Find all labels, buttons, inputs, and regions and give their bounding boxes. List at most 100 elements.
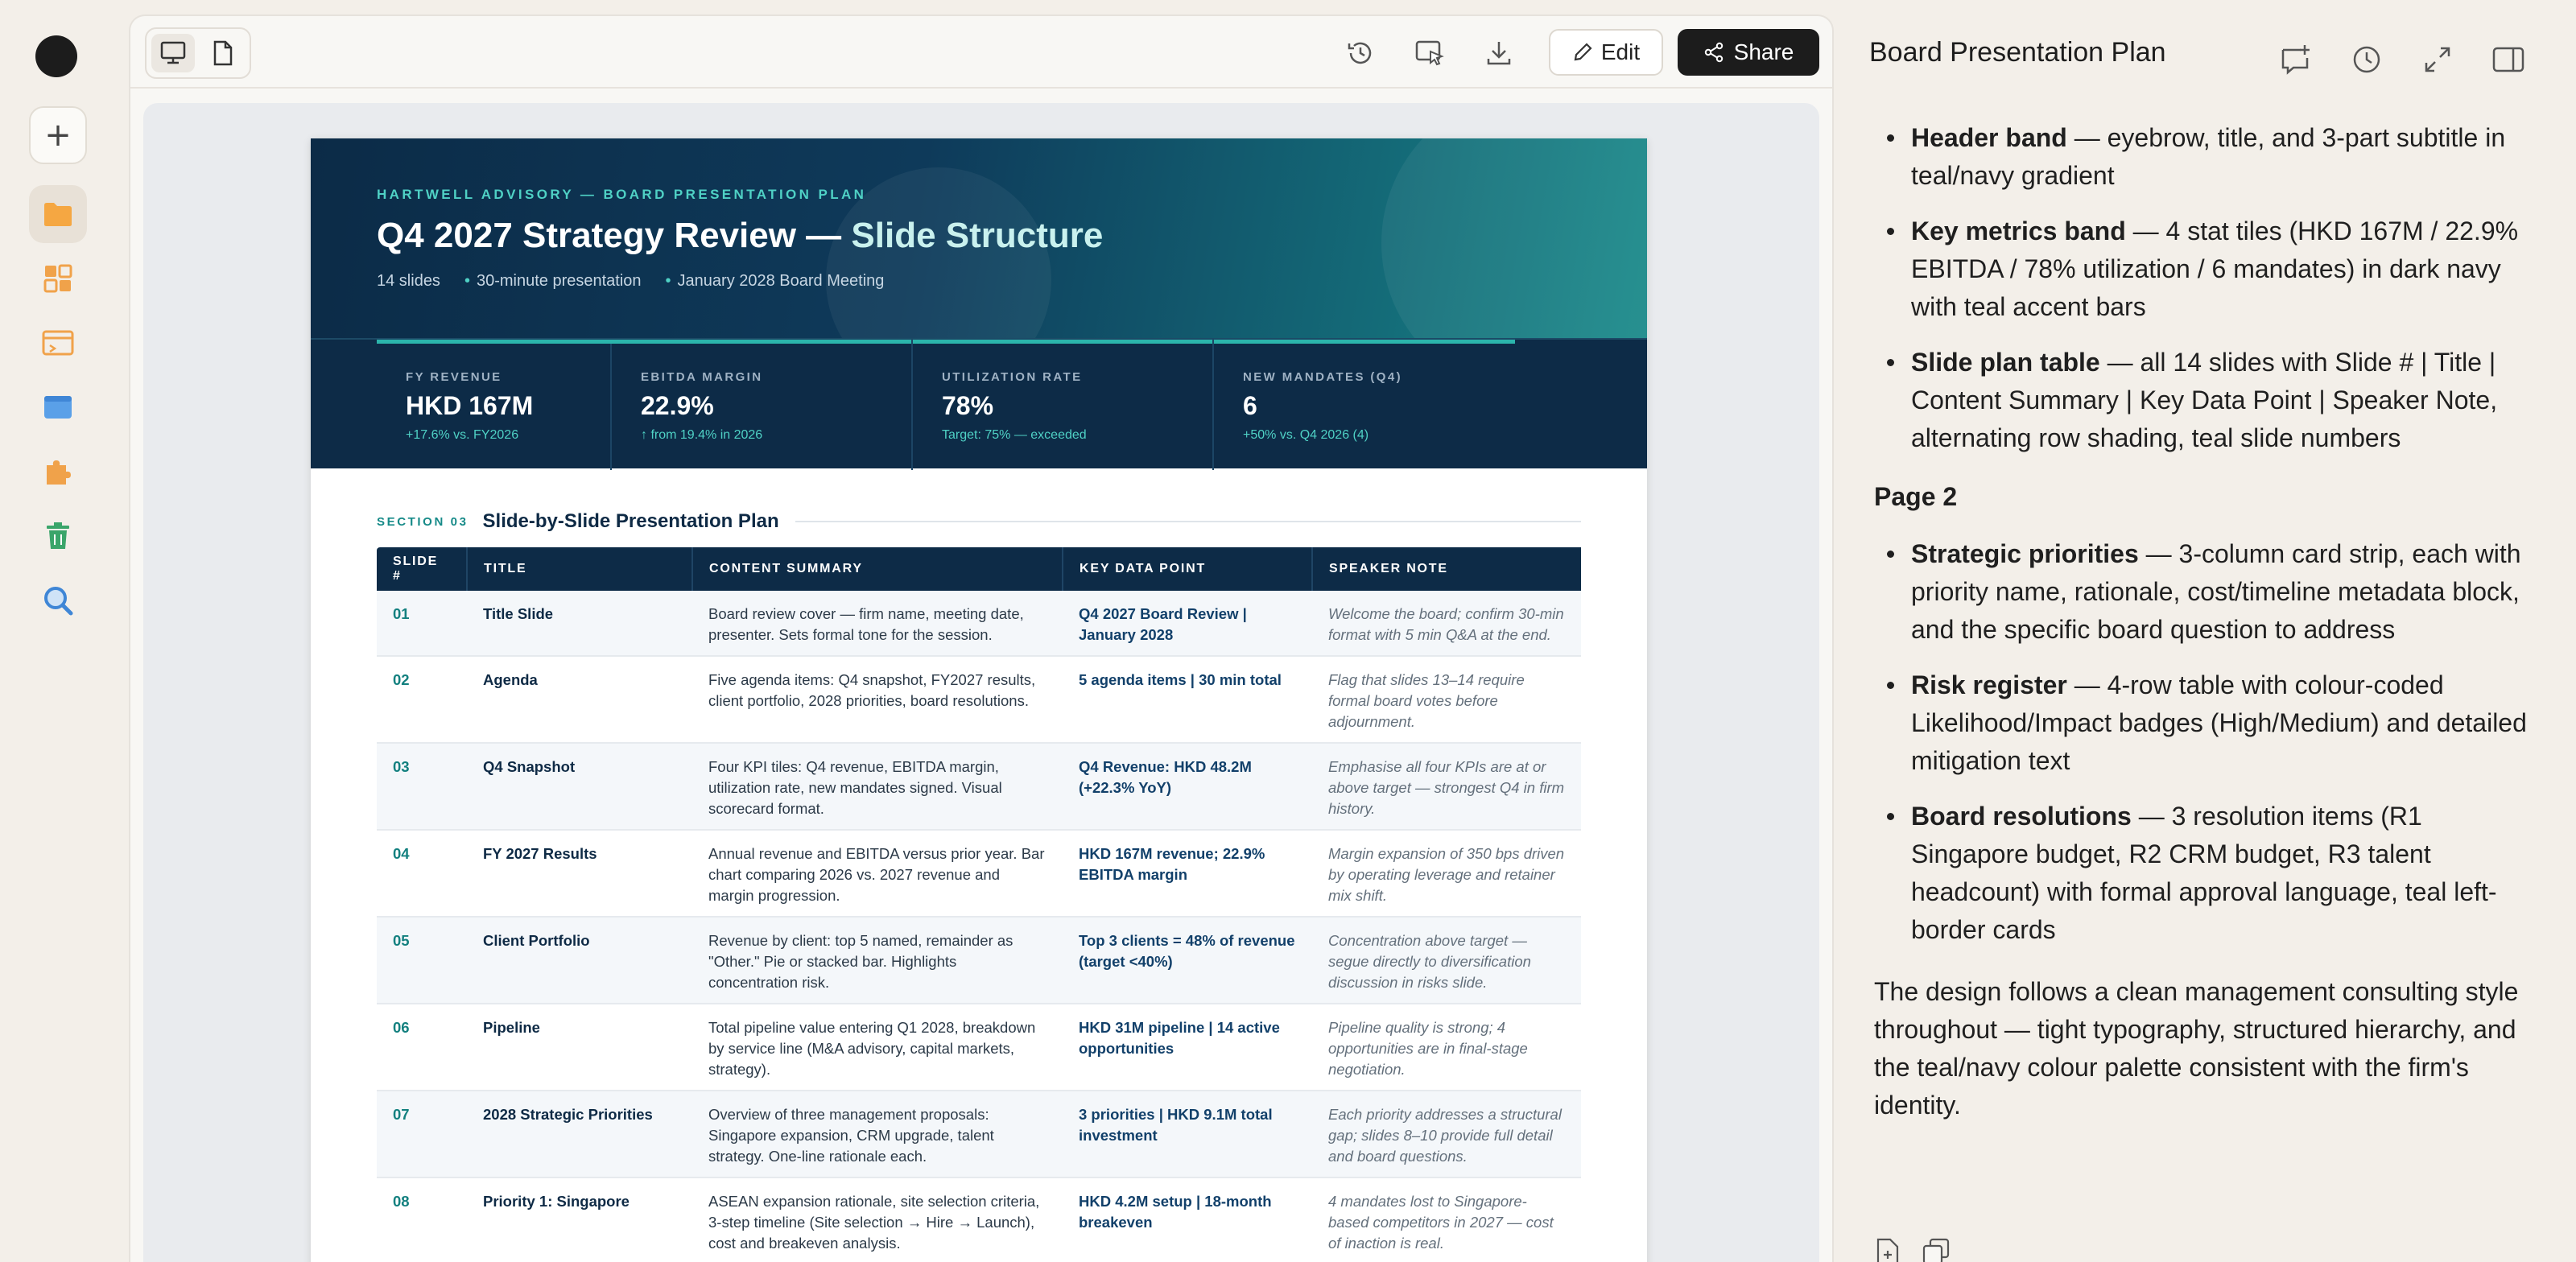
slide-number: 01 (377, 591, 467, 657)
title-main: Q4 2027 Strategy Review — (377, 216, 852, 255)
table-row: 07 2028 Strategic Priorities Overview of t… (377, 1091, 1581, 1178)
header-eyebrow: HARTWELL ADVISORY — BOARD PRESENTATION P… (377, 187, 867, 202)
extensions-button[interactable] (29, 443, 87, 501)
speaker-note: Each priority addresses a structural gap… (1312, 1091, 1581, 1178)
speaker-note: Emphasise all four KPIs are at or above … (1312, 743, 1581, 831)
table-header-row: SLIDE # TITLE CONTENT SUMMARY KEY DATA P… (377, 547, 1581, 591)
column-header: SLIDE # (377, 547, 468, 591)
closing-paragraph: The design follows a clean management co… (1874, 977, 2519, 1120)
table-row: 02 Agenda Five agenda items: Q4 snapshot, … (377, 656, 1581, 744)
table-row: 06 Pipeline Total pipeline value entering … (377, 1004, 1581, 1091)
folder-button[interactable] (29, 185, 87, 243)
speaker-note: Pipeline quality is strong; 4 opportunit… (1312, 1004, 1581, 1091)
metric-label: FY REVENUE (406, 370, 502, 384)
subtitle-item: • January 2028 Board Meeting (665, 272, 885, 290)
history-icon (1348, 42, 1372, 64)
slide-title: Agenda (467, 656, 692, 744)
list-item: Risk register — 4-row table with colour-… (1874, 666, 2542, 780)
key-data-point: Top 3 clients = 48% of revenue (target <… (1063, 917, 1312, 1004)
puzzle-icon (47, 460, 71, 485)
preview-panel: Edit Share HARTWELL ADVISORY — BOARD PRE… (129, 14, 1834, 1262)
slide-title: Q4 Snapshot (467, 743, 692, 831)
share-button[interactable]: Share (1678, 29, 1819, 76)
section-number: SECTION 03 (377, 514, 469, 529)
section-heading: SECTION 03 Slide-by-Slide Presentation P… (377, 505, 1581, 538)
browser-button[interactable] (29, 314, 87, 372)
history-button[interactable] (2346, 39, 2388, 80)
table-row: 04 FY 2027 Results Annual revenue and EBIT… (377, 830, 1581, 918)
apps-button[interactable] (29, 250, 87, 307)
window-icon (44, 396, 72, 419)
table-row: 08 Priority 1: Singapore ASEAN expansion r… (377, 1177, 1581, 1262)
slide-number: 08 (377, 1177, 467, 1262)
list-item: Board resolutions — 3 resolution items (… (1874, 798, 2542, 949)
key-data-point: 5 agenda items | 30 min total (1063, 656, 1312, 744)
column-header: SPEAKER NOTE (1312, 547, 1581, 591)
list-item: Key metrics band — 4 stat tiles (HKD 167… (1874, 212, 2542, 326)
slide-title: 2028 Strategic Priorities (467, 1091, 692, 1178)
new-comment-button[interactable] (2275, 39, 2317, 80)
preview-toolbar: Edit Share (130, 16, 1832, 89)
share-icon (1704, 42, 1723, 63)
table-row: 03 Q4 Snapshot Four KPI tiles: Q4 revenue,… (377, 743, 1581, 831)
file-add-icon[interactable] (1876, 1238, 1900, 1262)
content-summary: ASEAN expansion rationale, site selectio… (692, 1177, 1063, 1262)
document-page: HARTWELL ADVISORY — BOARD PRESENTATION P… (311, 138, 1647, 1262)
subtitle-item: 14 slides (377, 272, 440, 290)
speaker-note: Welcome the board; confirm 30-min format… (1312, 591, 1581, 657)
metric-label: NEW MANDATES (Q4) (1243, 370, 1403, 384)
slide-title: Pipeline (467, 1004, 692, 1091)
speaker-note: Flag that slides 13–14 require formal bo… (1312, 656, 1581, 744)
copy-icon[interactable] (1922, 1238, 1950, 1262)
message-actions (1876, 1238, 1950, 1262)
document-canvas[interactable]: HARTWELL ADVISORY — BOARD PRESENTATION P… (143, 103, 1819, 1262)
comment-add-icon (2281, 45, 2310, 75)
folder-icon (44, 203, 72, 226)
download-button[interactable] (1480, 34, 1518, 72)
slide-number: 02 (377, 656, 467, 744)
metric-value: 22.9% (641, 391, 714, 420)
slide-title: Client Portfolio (467, 917, 692, 1004)
window-button[interactable] (29, 378, 87, 436)
header-title: Q4 2027 Strategy Review — Slide Structur… (377, 216, 1103, 256)
document-view-button[interactable] (201, 34, 245, 72)
slide-title: Priority 1: Singapore (467, 1177, 692, 1262)
edit-button[interactable]: Edit (1549, 29, 1663, 76)
search-button[interactable] (29, 571, 87, 629)
section-title: Slide-by-Slide Presentation Plan (482, 510, 779, 532)
speaker-note: 4 mandates lost to Singapore-based compe… (1312, 1177, 1581, 1262)
slide-number: 06 (377, 1004, 467, 1091)
subtitle-item: • 30-minute presentation (464, 272, 642, 290)
toggle-sidebar-button[interactable] (2487, 39, 2529, 80)
list-item: Strategic priorities — 3-column card str… (1874, 535, 2542, 649)
header-band: HARTWELL ADVISORY — BOARD PRESENTATION P… (311, 138, 1647, 338)
new-chat-button[interactable]: + (29, 106, 87, 164)
content-summary: Four KPI tiles: Q4 revenue, EBITDA margi… (692, 743, 1063, 831)
expand-button[interactable] (2417, 39, 2458, 80)
desktop-view-button[interactable] (151, 34, 195, 72)
trash-button[interactable] (29, 507, 87, 565)
content-summary: Overview of three management proposals: … (692, 1091, 1063, 1178)
metric-note: Target: 75% — exceeded (942, 428, 1087, 442)
metric-value: 78% (942, 391, 994, 420)
history-button[interactable] (1341, 34, 1380, 72)
document-icon (213, 40, 233, 66)
table-row: 05 Client Portfolio Revenue by client: top… (377, 917, 1581, 1004)
slide-number: 03 (377, 743, 467, 831)
avatar[interactable] (35, 35, 77, 77)
metric-value: 6 (1243, 391, 1257, 420)
chat-message: Header band — eyebrow, title, and 3-part… (1874, 119, 2542, 1124)
select-element-button[interactable] (1410, 34, 1449, 72)
key-data-point: HKD 167M revenue; 22.9% EBITDA margin (1063, 830, 1312, 918)
metric-note: +17.6% vs. FY2026 (406, 428, 519, 442)
column-header: CONTENT SUMMARY (692, 547, 1063, 591)
slide-number: 04 (377, 830, 467, 918)
trash-icon (47, 522, 69, 549)
title-accent: Slide Structure (851, 216, 1104, 255)
expand-icon (2425, 47, 2450, 72)
content-summary: Revenue by client: top 5 named, remainde… (692, 917, 1063, 1004)
key-data-point: 3 priorities | HKD 9.1M total investment (1063, 1091, 1312, 1178)
slide-title: FY 2027 Results (467, 830, 692, 918)
content-summary: Annual revenue and EBITDA versus prior y… (692, 830, 1063, 918)
content-summary: Five agenda items: Q4 snapshot, FY2027 r… (692, 656, 1063, 744)
